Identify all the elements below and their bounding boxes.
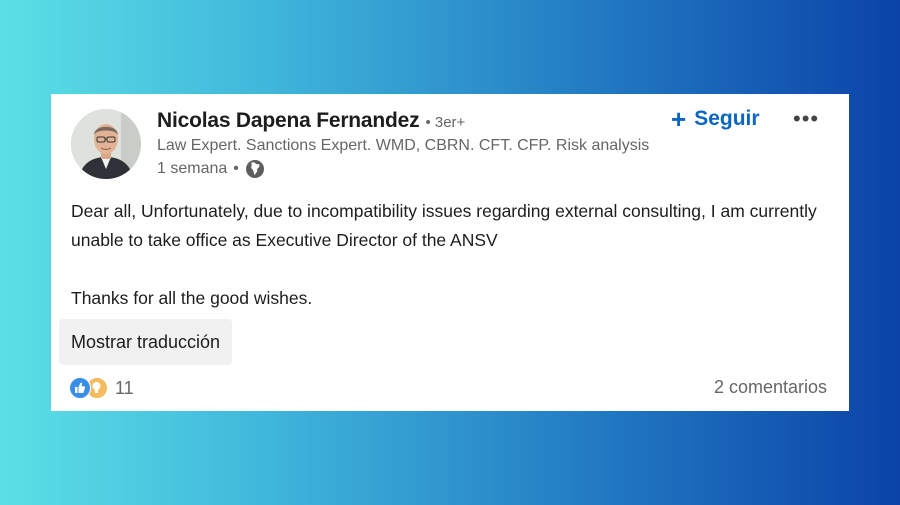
show-translation-button[interactable]: Mostrar traducción	[59, 319, 233, 365]
post-card: Nicolas Dapena Fernandez • 3er+ Law Exper…	[51, 94, 849, 411]
post-paragraph: Thanks for all the good wishes.	[71, 288, 313, 308]
avatar-photo	[71, 109, 141, 179]
author-headline: Law Expert. Sanctions Expert. WMD, CBRN.…	[157, 137, 650, 154]
post-paragraph: Dear all, Unfortunately, due to incompat…	[71, 201, 817, 250]
post-time: 1 semana	[157, 160, 228, 177]
ellipsis-icon[interactable]: •••	[793, 104, 819, 134]
like-icon	[69, 377, 91, 399]
post-body: Dear all, Unfortunately, due to incompat…	[71, 197, 831, 313]
connection-degree: • 3er+	[425, 114, 466, 131]
reaction-count: 11	[115, 377, 134, 398]
meta-separator: •	[233, 160, 239, 177]
reactions-summary[interactable]: 11	[69, 377, 134, 399]
author-name[interactable]: Nicolas Dapena Fernandez	[157, 109, 420, 132]
follow-button[interactable]: + Seguir	[671, 104, 760, 134]
post-meta: 1 semana •	[157, 159, 265, 179]
author-name-line[interactable]: Nicolas Dapena Fernandez • 3er+	[157, 109, 465, 133]
globe-icon	[245, 159, 265, 179]
avatar[interactable]	[71, 109, 141, 179]
reaction-icons	[69, 377, 113, 399]
plus-icon: +	[671, 104, 687, 134]
comments-link[interactable]: 2 comentarios	[714, 377, 827, 398]
follow-label: Seguir	[694, 107, 760, 130]
